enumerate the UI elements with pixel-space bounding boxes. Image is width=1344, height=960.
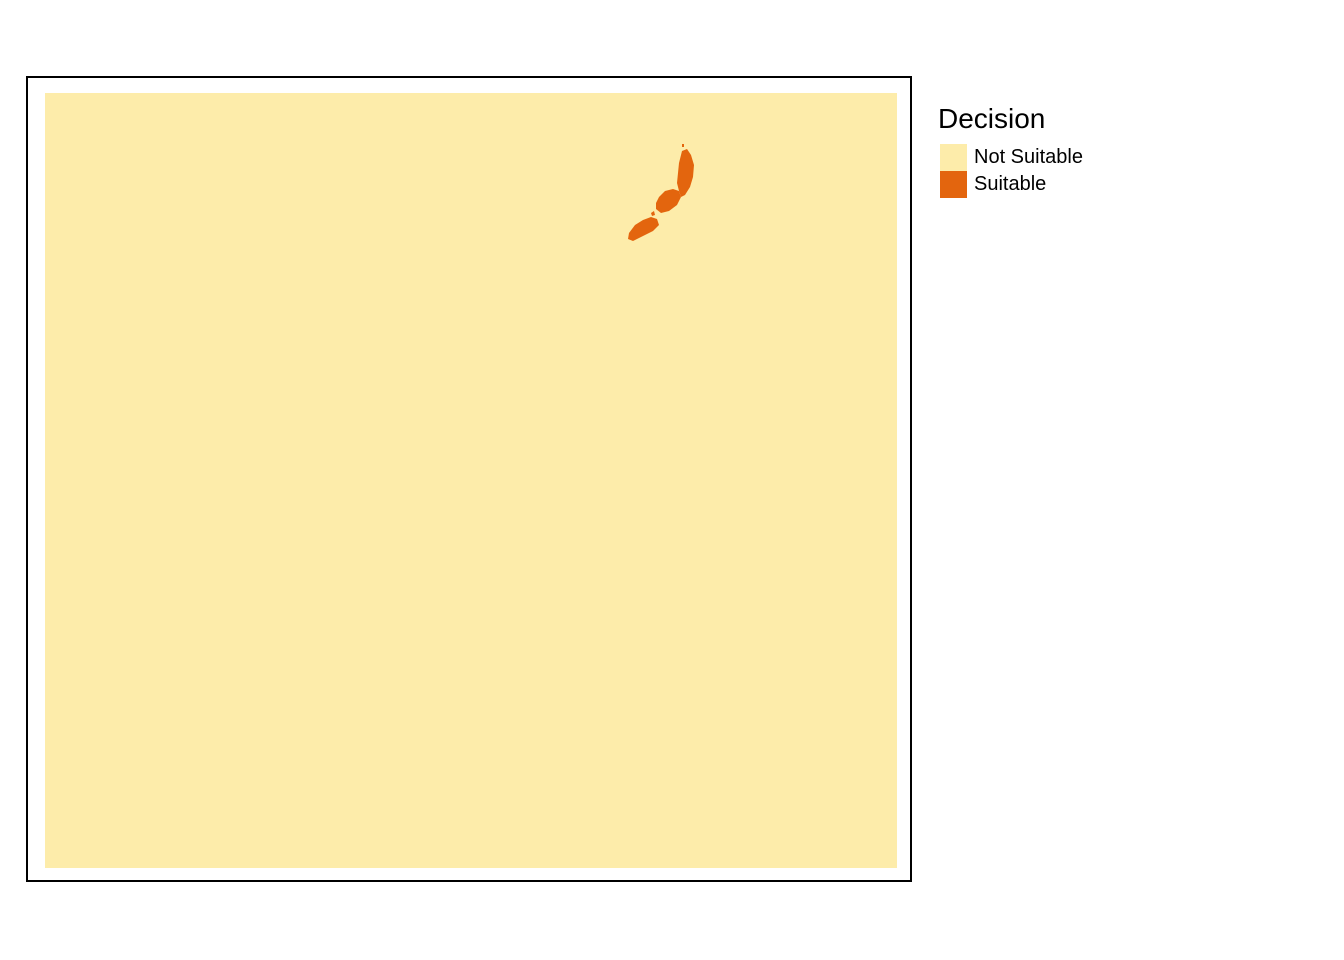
suitable-fleck: [682, 144, 684, 147]
legend-label-suitable: Suitable: [974, 173, 1047, 195]
legend: Decision Not Suitable Suitable: [938, 102, 1238, 198]
not-suitable-area: [45, 93, 897, 868]
legend-label-not-suitable: Not Suitable: [974, 146, 1083, 168]
legend-swatch-suitable: [940, 171, 967, 198]
legend-title: Decision: [938, 103, 1046, 134]
legend-swatch-not-suitable: [940, 144, 967, 171]
legend-item-suitable: Suitable: [938, 171, 1238, 198]
legend-item-not-suitable: Not Suitable: [938, 144, 1238, 171]
suitability-raster: [45, 93, 897, 868]
